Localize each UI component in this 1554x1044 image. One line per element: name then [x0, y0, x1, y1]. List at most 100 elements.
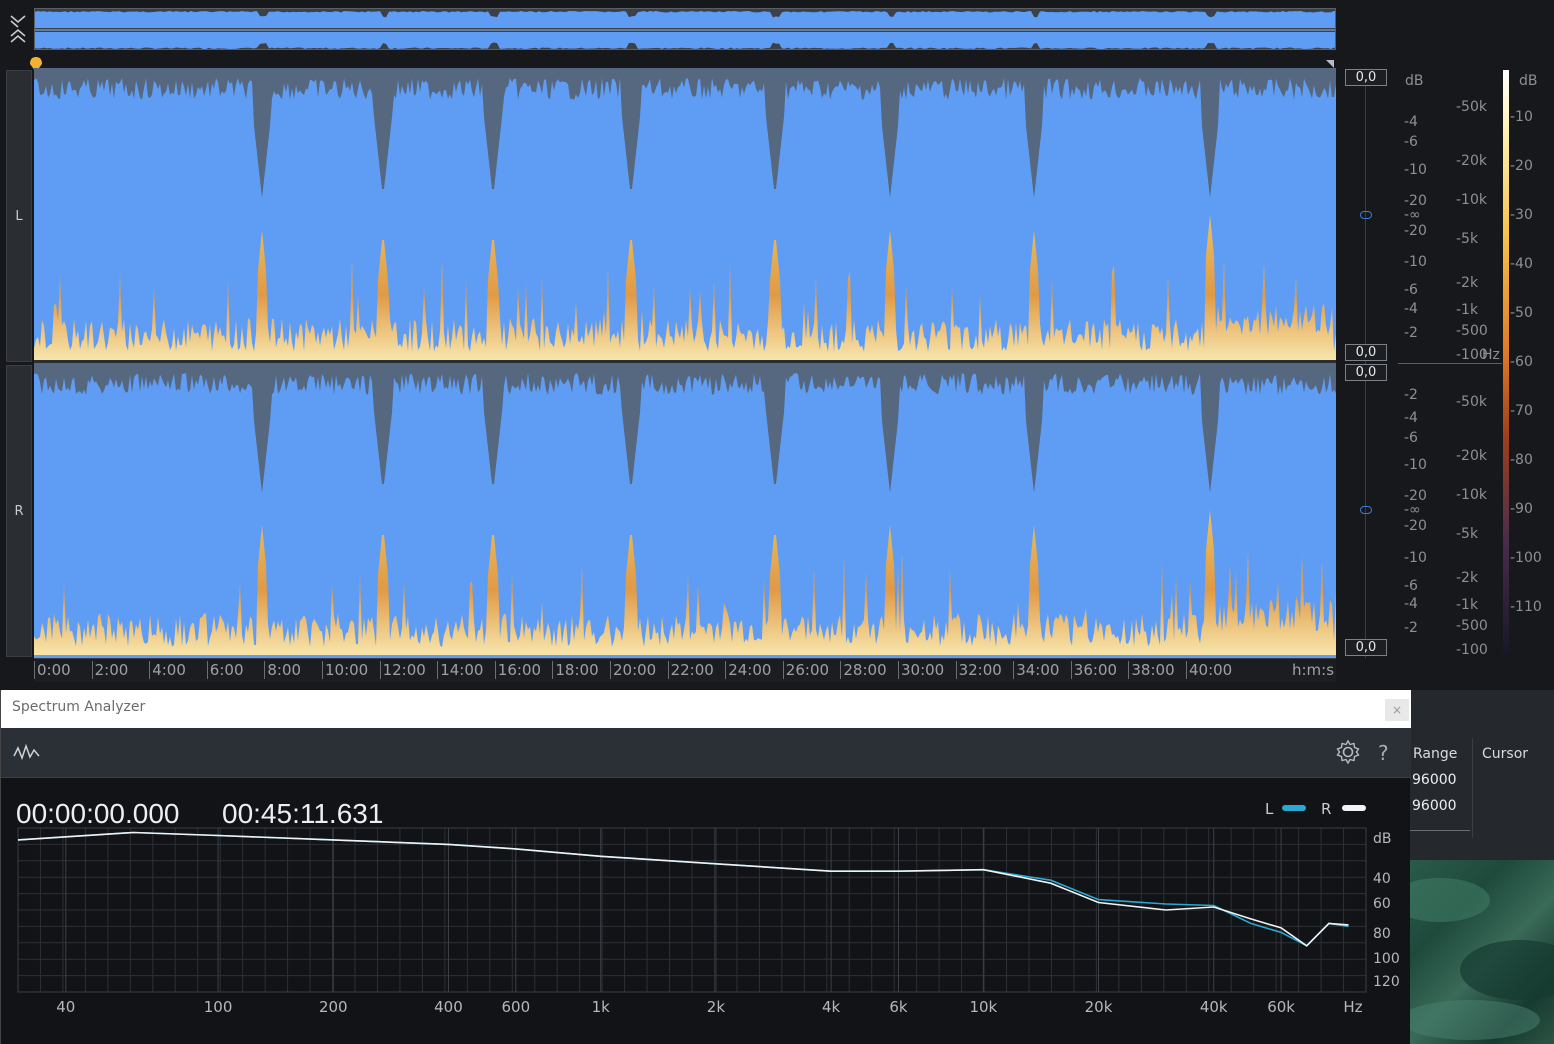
ruler-tick-label: 4:00: [152, 661, 186, 679]
ruler-tick-label: 34:00: [1016, 661, 1060, 679]
range-header[interactable]: Range: [1413, 746, 1457, 762]
ruler-tick-line: [91, 661, 93, 679]
help-button[interactable]: ?: [1378, 741, 1389, 765]
overview-waveform-left: [35, 11, 1335, 28]
spectrum-analyzer-toolbar: ?: [1, 728, 1411, 778]
amplitude-min-left[interactable]: 0,0: [1345, 344, 1387, 361]
channel-link-right-icon[interactable]: [1360, 506, 1372, 514]
ruler-tick-label: 2:00: [94, 661, 129, 679]
colorbar-tick: -80: [1510, 452, 1533, 468]
ruler-tick-line: [725, 661, 727, 679]
ruler-tick-line: [379, 661, 381, 679]
ruler-tick-label: 20:00: [613, 661, 657, 679]
colorbar-tick: -60: [1510, 354, 1533, 370]
frequency-tick-label: 400: [434, 998, 463, 1016]
spectrum-plot[interactable]: 40 100 200 400 600 1k 2k 4k 6k 10k 20k 40k 60k Hz dB 40…: [1, 800, 1411, 1044]
amplitude-min-right[interactable]: 0,0: [1345, 639, 1387, 656]
db-tick-right: -2: [1404, 387, 1418, 403]
ruler-tick-line: [610, 661, 611, 679]
colorbar-tick: -10: [1510, 109, 1533, 125]
frequency-tick-label: 6k: [889, 998, 908, 1016]
selection-start-time: 00:00:00.000: [16, 798, 180, 829]
db-tick-left: -6: [1404, 134, 1418, 150]
amplitude-line: [1365, 68, 1366, 658]
channel-strip-right[interactable]: R: [6, 365, 32, 657]
ruler-tick-line: [955, 661, 957, 679]
db-tick-left: -10: [1404, 254, 1427, 270]
cursor-header[interactable]: Cursor: [1482, 746, 1528, 762]
legend-left-swatch: [1282, 805, 1306, 811]
ruler-tick-line: [1128, 661, 1130, 679]
frequency-tick-right: -10k: [1456, 487, 1487, 503]
db-tick-label: 60: [1373, 896, 1391, 912]
frequency-tick-label: 10k: [969, 998, 997, 1016]
ruler-tick-label: 8:00: [267, 661, 302, 679]
colorbar-scale: dB -10 -20 -30 -40 -50 -60 -70 -80 -90 -100 -110: [1510, 68, 1554, 658]
analyzer-mode-icon[interactable]: [13, 742, 41, 762]
db-tick-left: -6: [1404, 282, 1418, 298]
frequency-tick-left: -5k: [1456, 231, 1479, 247]
ruler-tick-label: 36:00: [1073, 661, 1118, 679]
frequency-tick-right: -1k: [1456, 597, 1479, 613]
ruler-tick-line: [898, 661, 899, 679]
colorbar-label: dB: [1519, 73, 1538, 89]
db-tick-right: -6: [1404, 578, 1418, 594]
frequency-tick-right: -20k: [1456, 448, 1487, 464]
ruler-tick-label: 6:00: [209, 661, 244, 679]
ruler-tick-line: [840, 661, 842, 679]
db-axis-label: dB: [1373, 831, 1392, 847]
db-tick-left: -10: [1404, 162, 1427, 178]
db-tick-label: 120: [1373, 974, 1400, 990]
db-tick-left: -∞: [1404, 207, 1421, 223]
db-tick-right: -∞: [1404, 502, 1421, 518]
desktop-background: [1410, 860, 1554, 1044]
frequency-tick-left: -10k: [1456, 192, 1487, 208]
db-tick-left: -4: [1404, 114, 1418, 130]
legend-left-label: L: [1265, 800, 1274, 818]
frequency-tick-label: 100: [204, 998, 233, 1016]
db-tick-right: -2: [1404, 620, 1418, 636]
range-value-1: 96000: [1412, 772, 1457, 788]
channel-strip-left[interactable]: L: [6, 70, 32, 362]
spectrum-analyzer-titlebar[interactable]: Spectrum Analyzer ×: [1, 690, 1411, 728]
frequency-tick-label: 4k: [822, 998, 841, 1016]
ruler-tick-line: [437, 661, 439, 679]
close-button[interactable]: ×: [1385, 699, 1409, 721]
frequency-tick-left: -500: [1456, 323, 1488, 339]
db-tick-label: 40: [1373, 871, 1391, 887]
db-scale-label: dB: [1405, 73, 1424, 89]
end-marker[interactable]: [1326, 60, 1334, 68]
range-value-2: 96000: [1412, 798, 1457, 814]
amplitude-max-right[interactable]: 0,0: [1345, 364, 1387, 381]
waveform-overview[interactable]: [34, 8, 1336, 50]
db-tick-left: -20: [1404, 223, 1427, 239]
collapse-overview-icon[interactable]: [6, 12, 30, 46]
db-tick-label: 80: [1373, 926, 1391, 942]
ruler-tick-label: 0:00: [37, 661, 71, 679]
frequency-tick-label: 600: [502, 998, 531, 1016]
ruler-tick-label: 28:00: [843, 661, 887, 679]
amplitude-max-left[interactable]: 0,0: [1345, 69, 1387, 86]
frequency-unit: Hz: [1482, 347, 1500, 363]
db-tick-right: -4: [1404, 596, 1418, 612]
channel-link-left-icon[interactable]: [1360, 211, 1372, 219]
legend-right-label: R: [1321, 800, 1331, 818]
ruler-tick-label: 10:00: [325, 661, 369, 679]
db-tick-right: -4: [1404, 410, 1418, 426]
ruler-tick-line: [667, 661, 669, 679]
ruler-tick-label: 18:00: [555, 661, 599, 679]
file-info-panel: Range Cursor 96000 96000: [1410, 690, 1554, 860]
ruler-tick-label: 26:00: [785, 661, 830, 679]
time-ruler[interactable]: 0:00 2:00 4:00 6:00 8:00 10:00 12:00 14:00 16:00…: [34, 658, 1336, 682]
db-tick-left: -2: [1404, 325, 1418, 341]
ruler-tick-label: 24:00: [728, 661, 772, 679]
channel-label-right: R: [14, 504, 24, 519]
ruler-tick-label: 40:00: [1189, 661, 1233, 679]
frequency-tick-label: 200: [319, 998, 348, 1016]
colorbar-tick: -30: [1510, 207, 1533, 223]
frequency-tick-left: -2k: [1456, 275, 1479, 291]
gear-icon[interactable]: [1335, 739, 1361, 765]
ruler-tick-line: [322, 661, 323, 679]
ruler-tick-label: 30:00: [901, 661, 945, 679]
spectrogram-waveform-display[interactable]: [34, 68, 1336, 658]
